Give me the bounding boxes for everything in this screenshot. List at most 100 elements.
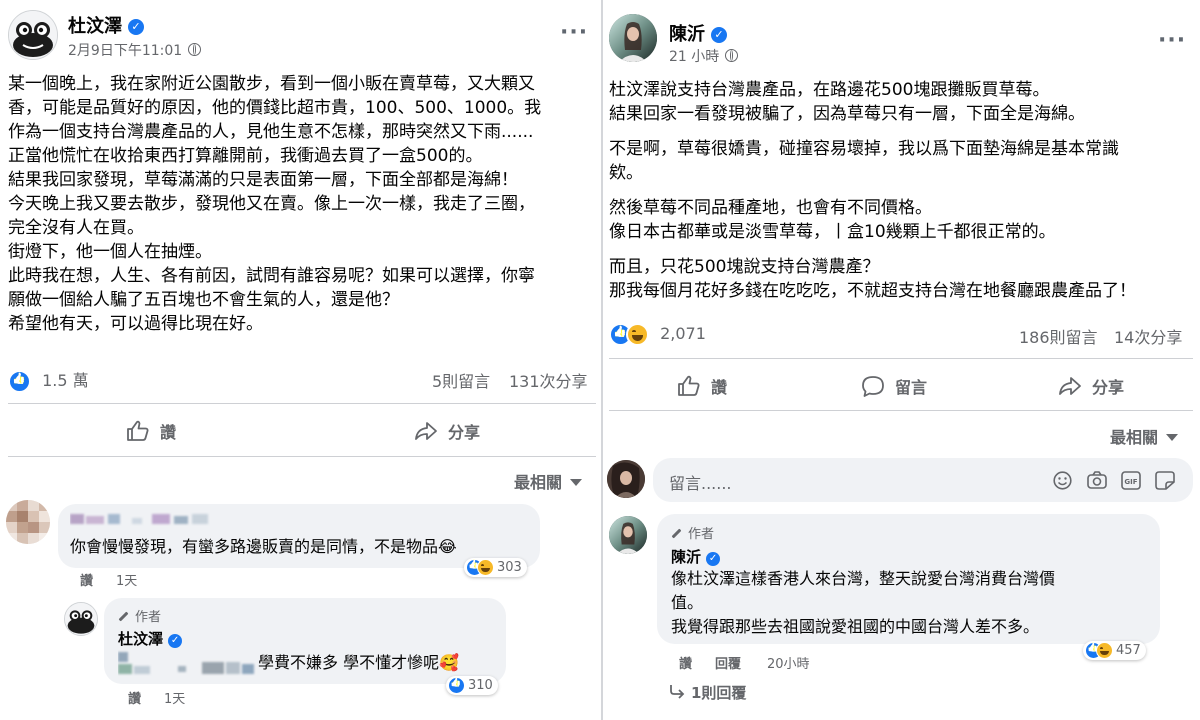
timestamp-text[interactable]: 21 小時 xyxy=(669,49,719,65)
post-line: 不是啊，草莓很嬌貴，碰撞容易壞掉，我以爲下面墊海綿是基本常識 xyxy=(609,139,1119,159)
comment-button[interactable]: 留言 xyxy=(861,374,927,398)
timestamp-text[interactable]: 2月9日下午11:01 xyxy=(68,43,182,59)
comment-reaction-count[interactable]: 303 xyxy=(497,560,522,575)
like-button[interactable]: 讚 xyxy=(677,374,727,398)
sticker-icon[interactable] xyxy=(1155,471,1175,490)
reply-reaction-count[interactable]: 310 xyxy=(468,678,493,693)
comment-input[interactable]: 留言...... GIF xyxy=(653,458,1193,502)
comment-line: 像杜汶澤這樣香港人來台灣，整天說愛台灣消費台灣價 xyxy=(671,569,1056,588)
reply-time[interactable]: 1天 xyxy=(164,688,185,707)
post-timestamp[interactable]: 21 小時 xyxy=(669,46,739,66)
comment-author-name-text[interactable]: 陳沂 xyxy=(671,548,701,566)
comments-count[interactable]: 5則留言 xyxy=(432,368,490,392)
verified-badge-icon: ✓ xyxy=(711,27,727,43)
share-button[interactable]: 分享 xyxy=(414,419,480,443)
post-line: 那我每個月花好多錢在吃吃吃，不就超支持台灣在地餐廳跟農產品了！ xyxy=(609,281,1136,301)
comment-author-avatar[interactable] xyxy=(609,516,647,554)
shares-count-text[interactable]: 131次分享 xyxy=(509,372,588,391)
comment-author-name[interactable]: 陳沂 ✓ xyxy=(671,546,721,567)
reply-like-label[interactable]: 讚 xyxy=(128,692,141,707)
post-line: 作為一個支持台灣農產品的人，見他生意不怎樣，那時突然又下雨...... xyxy=(8,122,534,142)
reply-author-name-text[interactable]: 杜汶澤 xyxy=(118,630,163,648)
comments-count-text[interactable]: 5則留言 xyxy=(432,372,490,391)
shares-count[interactable]: 131次分享 xyxy=(509,368,588,392)
like-label[interactable]: 讚 xyxy=(160,419,176,443)
author-name[interactable]: 陳沂 ✓ xyxy=(669,20,727,46)
comment-sort-dropdown[interactable]: 最相關 xyxy=(1110,424,1179,448)
reply-reactions[interactable]: 310 xyxy=(446,676,498,695)
comments-count-text[interactable]: 186則留言 xyxy=(1019,328,1098,347)
post-line: 正當他慌忙在收拾東西打算離開前，我衝過去買了一盒500的。 xyxy=(8,146,483,166)
like-label[interactable]: 讚 xyxy=(711,374,727,398)
comment-time[interactable]: 1天 xyxy=(116,570,137,589)
reactions-summary[interactable]: 1.5 萬 xyxy=(8,367,89,393)
author-name[interactable]: 杜汶澤 ✓ xyxy=(68,12,144,38)
comment-time-text[interactable]: 1天 xyxy=(116,574,137,589)
pixelated-avatar-icon xyxy=(6,500,50,544)
reactions-summary[interactable]: 2,071 xyxy=(609,323,706,346)
author-comment-like-label[interactable]: 讚 xyxy=(679,657,692,672)
post-line: 此時我在想，人生、各有前因，試問有誰容易呢？如果可以選擇，你寧 xyxy=(8,266,535,286)
photo-avatar-icon xyxy=(609,14,657,62)
reply-author-name[interactable]: 杜汶澤 ✓ xyxy=(118,628,183,649)
author-comment-reactions[interactable]: 457 xyxy=(1083,641,1146,660)
frog-avatar-icon xyxy=(65,603,97,635)
comments-count[interactable]: 186則留言 xyxy=(1019,324,1098,348)
comment-like-button[interactable]: 讚 xyxy=(80,570,93,589)
post-line: 街燈下，他一個人在抽煙。 xyxy=(8,242,212,262)
author-comment-like-button[interactable]: 讚 xyxy=(679,653,692,672)
camera-icon[interactable] xyxy=(1087,471,1107,490)
reply-time-text[interactable]: 1天 xyxy=(164,692,185,707)
more-options-icon[interactable]: ··· xyxy=(1158,30,1186,52)
post-body: 某一個晚上，我在家附近公園散步，看到一個小販在賣草莓，又大顆又 香，可能是品質好… xyxy=(8,72,541,336)
author-comment-time-text[interactable]: 20小時 xyxy=(767,657,810,672)
comment-placeholder[interactable]: 留言...... xyxy=(669,470,732,494)
reply-like-button[interactable]: 讚 xyxy=(128,688,141,707)
author-comment-reply-label[interactable]: 回覆 xyxy=(715,657,741,672)
author-avatar[interactable] xyxy=(8,10,58,60)
user-photo-avatar-icon xyxy=(607,460,645,498)
author-name-text[interactable]: 杜汶澤 xyxy=(68,16,122,37)
more-options-icon[interactable]: ··· xyxy=(560,22,588,44)
commenter-avatar[interactable] xyxy=(6,500,50,544)
shares-count-text[interactable]: 14次分享 xyxy=(1114,328,1182,347)
speech-bubble-icon xyxy=(862,376,884,397)
author-comment-reaction-count[interactable]: 457 xyxy=(1116,643,1141,658)
reactions-count[interactable]: 2,071 xyxy=(660,324,706,343)
post-line: 欸。 xyxy=(609,163,643,183)
reply-bubble: 作者 杜汶澤 ✓ 學費不嫌多 學不懂才慘呢🥰 xyxy=(104,598,506,684)
like-button[interactable]: 讚 xyxy=(126,419,176,443)
share-button[interactable]: 分享 xyxy=(1058,374,1124,398)
author-comment-time[interactable]: 20小時 xyxy=(767,653,810,672)
shares-count[interactable]: 14次分享 xyxy=(1114,324,1182,348)
share-label[interactable]: 分享 xyxy=(1092,374,1124,398)
author-avatar[interactable] xyxy=(609,14,657,62)
view-replies-link[interactable]: 1則回覆 xyxy=(669,682,746,703)
sort-label[interactable]: 最相關 xyxy=(514,473,562,492)
comment-label[interactable]: 留言 xyxy=(895,374,927,398)
post-line: 像日本古都華或是淡雪草莓，丨盒10幾顆上千都很正常的。 xyxy=(609,222,1056,242)
comment-reactions[interactable]: 303 xyxy=(464,558,527,577)
divider xyxy=(609,410,1193,411)
post-timestamp[interactable]: 2月9日下午11:01 xyxy=(68,40,202,60)
current-user-avatar[interactable] xyxy=(607,460,645,498)
smiley-icon[interactable] xyxy=(1053,471,1072,490)
reply-author-avatar[interactable] xyxy=(64,602,98,636)
view-replies-text[interactable]: 1則回覆 xyxy=(691,684,746,702)
author-name-text[interactable]: 陳沂 xyxy=(669,24,705,45)
reactions-count[interactable]: 1.5 萬 xyxy=(42,371,89,390)
comment-sort-dropdown[interactable]: 最相關 xyxy=(514,469,583,493)
sort-label[interactable]: 最相關 xyxy=(1110,428,1158,447)
author-comment-reply-button[interactable]: 回覆 xyxy=(715,653,741,672)
post-line: 然後草莓不同品種產地，也會有不同價格。 xyxy=(609,198,932,218)
author-tag: 作者 xyxy=(118,606,161,625)
author-comment-bubble: 作者 陳沂 ✓ 像杜汶澤這樣香港人來台灣，整天說愛台灣消費台灣價 值。 我覺得跟那… xyxy=(657,514,1160,644)
post-line: 今天晚上我又要去散步，發現他又在賣。像上一次一樣，我走了三圈， xyxy=(8,194,535,214)
left-post-panel: 杜汶澤 ✓ 2月9日下午11:01 ··· 某一個晚上，我在家附近公園散步，看到一… xyxy=(0,0,601,720)
verified-badge-icon: ✓ xyxy=(168,634,183,648)
share-label[interactable]: 分享 xyxy=(448,419,480,443)
gif-icon[interactable]: GIF xyxy=(1121,471,1141,490)
author-tag-text: 作者 xyxy=(135,610,162,625)
comment-like-label[interactable]: 讚 xyxy=(80,574,93,589)
